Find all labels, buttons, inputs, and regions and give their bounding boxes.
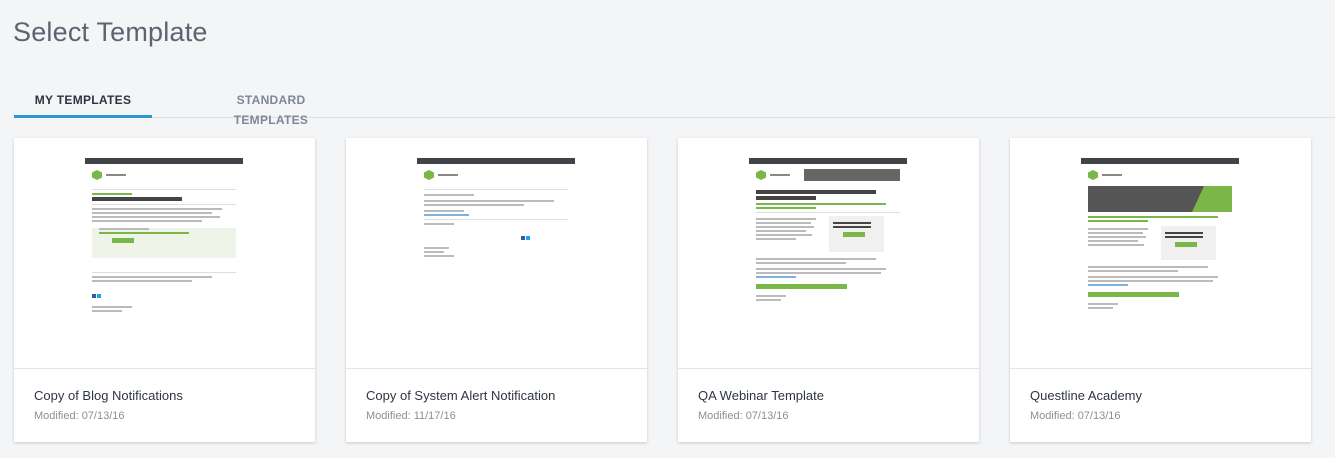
email-preview <box>417 158 575 368</box>
email-preview <box>749 158 907 368</box>
page-title: Select Template <box>13 17 208 47</box>
template-modified-date: Modified: 07/13/16 <box>34 410 125 422</box>
logo-icon <box>1088 170 1098 180</box>
logo-icon <box>424 170 434 180</box>
template-modified-date: Modified: 07/13/16 <box>698 410 789 422</box>
template-name: Questline Academy <box>1030 388 1143 403</box>
tab-my-templates[interactable]: MY TEMPLATES <box>14 90 152 118</box>
template-name: Copy of System Alert Notification <box>366 388 556 403</box>
template-thumbnail[interactable] <box>346 138 647 369</box>
template-modified-date: Modified: 07/13/16 <box>1030 410 1121 422</box>
tab-standard-templates[interactable]: STANDARD TEMPLATES <box>202 90 340 127</box>
template-tabs: MY TEMPLATES STANDARD TEMPLATES <box>14 90 1335 127</box>
twitter-icon <box>97 294 101 298</box>
template-name: QA Webinar Template <box>698 388 824 403</box>
logo-icon <box>92 170 102 180</box>
template-modified-date: Modified: 11/17/16 <box>366 410 456 422</box>
facebook-icon <box>92 294 96 298</box>
template-thumbnail[interactable] <box>678 138 979 369</box>
template-card[interactable]: Copy of Blog Notifications Modified: 07/… <box>14 138 315 442</box>
template-card[interactable]: QA Webinar Template Modified: 07/13/16 <box>678 138 979 442</box>
template-thumbnail[interactable] <box>14 138 315 369</box>
facebook-icon <box>521 236 525 240</box>
template-name: Copy of Blog Notifications <box>34 388 183 403</box>
email-preview <box>85 158 243 368</box>
template-card[interactable]: Copy of System Alert Notification Modifi… <box>346 138 647 442</box>
twitter-icon <box>526 236 530 240</box>
email-preview <box>1081 158 1239 368</box>
template-thumbnail[interactable] <box>1010 138 1311 369</box>
template-card[interactable]: Questline Academy Modified: 07/13/16 <box>1010 138 1311 442</box>
logo-icon <box>756 170 766 180</box>
